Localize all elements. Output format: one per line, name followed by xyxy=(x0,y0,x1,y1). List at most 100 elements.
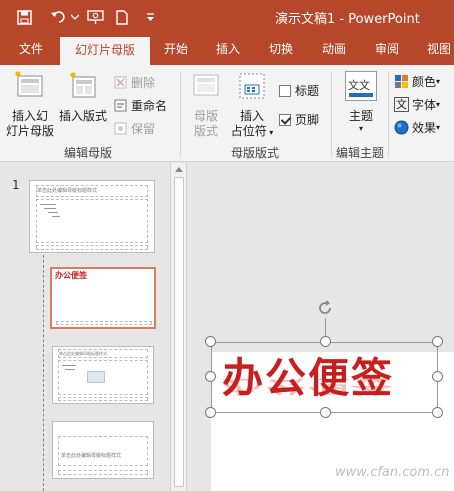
insert-slide-master-icon xyxy=(14,71,46,101)
dropdown-arrow-icon: ▾ xyxy=(358,124,363,133)
master-layout-label-line2: 版式 xyxy=(193,124,218,138)
effects-icon xyxy=(394,120,409,135)
thumbnail-bullet-line xyxy=(62,365,76,366)
insert-slide-master-label-line2: 灯片母版 xyxy=(5,124,54,138)
undo-dropdown-icon[interactable] xyxy=(70,0,80,34)
thumbnail-bullet-line xyxy=(40,204,56,205)
title-checkbox-box[interactable] xyxy=(279,84,291,97)
resize-handle-bottom-right[interactable] xyxy=(432,407,443,418)
resize-handle-left[interactable] xyxy=(205,371,216,382)
document-title: 演示文稿1 - PowerPoint xyxy=(275,12,420,27)
themes-label: 主题 xyxy=(348,109,373,123)
themes-icon-text: 文文 xyxy=(348,79,370,92)
watermark: www.cfan.com.cn xyxy=(335,465,450,480)
tab-animations[interactable]: 动画 xyxy=(313,34,355,65)
group-label-edit-master: 编辑母版 xyxy=(64,146,113,160)
thumbnail-layout[interactable]: 单击此处编辑母版标题样式 xyxy=(52,421,154,479)
scroll-up-arrow-icon[interactable] xyxy=(175,167,183,172)
insert-placeholder-label-line1: 插入 xyxy=(239,109,264,123)
present-from-start-icon[interactable] xyxy=(84,0,106,34)
thumbnail-bullet-line xyxy=(48,212,58,213)
tab-view[interactable]: 视图 xyxy=(418,34,454,65)
thumbnail-title-placeholder xyxy=(36,185,148,197)
thumbnail-layout[interactable]: 单击此处编辑母版标题样式 xyxy=(52,346,154,404)
preserve-button[interactable]: 保留 xyxy=(113,120,155,137)
thumbnail-title-placeholder xyxy=(58,349,148,358)
resize-handle-right[interactable] xyxy=(432,371,443,382)
insert-placeholder-button[interactable]: 插入 占位符 ▾ xyxy=(228,71,276,139)
resize-handle-bottom-left[interactable] xyxy=(205,407,216,418)
group-separator xyxy=(331,71,332,157)
insert-placeholder-label-line2-wrap: 占位符 ▾ xyxy=(228,124,276,140)
group-label-edit-theme: 编辑主题 xyxy=(336,146,385,160)
undo-icon[interactable] xyxy=(48,0,70,34)
colors-button[interactable]: 颜色 ▾ xyxy=(394,73,440,90)
ribbon-tabs: 文件 幻灯片母版 开始 插入 切换 动画 审阅 视图 xyxy=(0,34,454,65)
thumbnail-bullet-line xyxy=(52,216,60,217)
layout-tree-line xyxy=(43,250,44,491)
ribbon: 插入幻 灯片母版 插入版式 删除 重命名 保留 编辑母版 母版 版式 插入 占位 xyxy=(0,65,454,162)
customize-qat-icon[interactable] xyxy=(143,0,157,34)
thumbnail-title-placeholder xyxy=(58,436,148,466)
themes-icon-bar xyxy=(349,93,373,97)
insert-placeholder-label-line2: 占位符 xyxy=(230,124,267,138)
tab-home[interactable]: 开始 xyxy=(155,34,197,65)
resize-handle-bottom[interactable] xyxy=(320,407,331,418)
dropdown-arrow-icon: ▾ xyxy=(436,123,441,132)
colors-icon xyxy=(394,74,409,89)
thumbnail-layout-selected[interactable]: 办公便签 xyxy=(50,267,156,329)
preserve-icon xyxy=(113,121,128,136)
master-layout-button[interactable]: 母版 版式 xyxy=(186,71,226,139)
tab-file[interactable]: 文件 xyxy=(8,34,54,65)
master-layout-icon xyxy=(191,71,221,101)
rename-icon xyxy=(113,98,128,113)
wordart-selection-box[interactable] xyxy=(211,342,438,413)
thumbnail-footer-placeholder xyxy=(36,245,148,250)
thumbnail-scrollbar[interactable] xyxy=(170,163,187,491)
save-icon[interactable] xyxy=(14,0,34,34)
footer-checkbox[interactable]: 页脚 xyxy=(279,111,319,128)
rename-button[interactable]: 重命名 xyxy=(113,97,167,114)
footer-checkbox-box[interactable] xyxy=(279,113,291,126)
delete-icon xyxy=(113,75,128,90)
insert-slide-master-label-line1: 插入幻 xyxy=(11,109,48,123)
thumbnail-picture-placeholder xyxy=(87,371,105,383)
thumbnail-wordart-text: 办公便签 xyxy=(55,271,87,280)
title-checkbox[interactable]: 标题 xyxy=(279,82,319,99)
group-separator xyxy=(388,71,389,157)
group-label-master-layout: 母版版式 xyxy=(231,146,280,160)
new-file-icon[interactable] xyxy=(113,0,131,34)
insert-layout-button[interactable]: 插入版式 xyxy=(57,71,109,139)
thumbnail-footer-placeholder xyxy=(58,470,148,475)
thumbnail-body-placeholder xyxy=(36,199,148,243)
resize-handle-top-left[interactable] xyxy=(205,336,216,347)
thumbnail-master-slide[interactable]: 单击此处编辑母版标题样式 xyxy=(29,180,155,253)
rotate-handle-icon[interactable] xyxy=(315,298,335,318)
scrollbar-thumb[interactable] xyxy=(174,177,184,487)
resize-handle-top[interactable] xyxy=(320,336,331,347)
insert-layout-label: 插入版式 xyxy=(58,109,107,123)
fonts-button[interactable]: 文 字体 ▾ xyxy=(394,96,440,113)
insert-layout-icon xyxy=(67,71,99,101)
themes-button[interactable]: 文文 主题 ▾ xyxy=(339,71,383,139)
fonts-icon: 文 xyxy=(394,97,409,112)
dropdown-arrow-icon: ▾ xyxy=(436,77,441,86)
delete-button[interactable]: 删除 xyxy=(113,74,155,91)
tab-transitions[interactable]: 切换 xyxy=(260,34,302,65)
effects-button[interactable]: 效果 ▾ xyxy=(394,119,440,136)
insert-slide-master-button[interactable]: 插入幻 灯片母版 xyxy=(3,71,57,139)
group-separator xyxy=(180,71,181,157)
tab-insert[interactable]: 插入 xyxy=(207,34,249,65)
tab-slide-master[interactable]: 幻灯片母版 xyxy=(60,37,150,65)
tab-review[interactable]: 审阅 xyxy=(366,34,408,65)
slide-number: 1 xyxy=(12,178,20,192)
thumbnail-footer-placeholder xyxy=(56,321,152,325)
resize-handle-top-right[interactable] xyxy=(432,336,443,347)
thumbnail-bullet-line xyxy=(65,369,75,370)
master-layout-label-line1: 母版 xyxy=(193,109,218,123)
dropdown-arrow-icon: ▾ xyxy=(266,128,274,137)
title-bar: 演示文稿1 - PowerPoint xyxy=(0,0,454,34)
thumbnail-footer-placeholder xyxy=(58,397,148,401)
thumbnail-bullet-line xyxy=(44,208,56,209)
themes-icon: 文文 xyxy=(345,71,377,101)
